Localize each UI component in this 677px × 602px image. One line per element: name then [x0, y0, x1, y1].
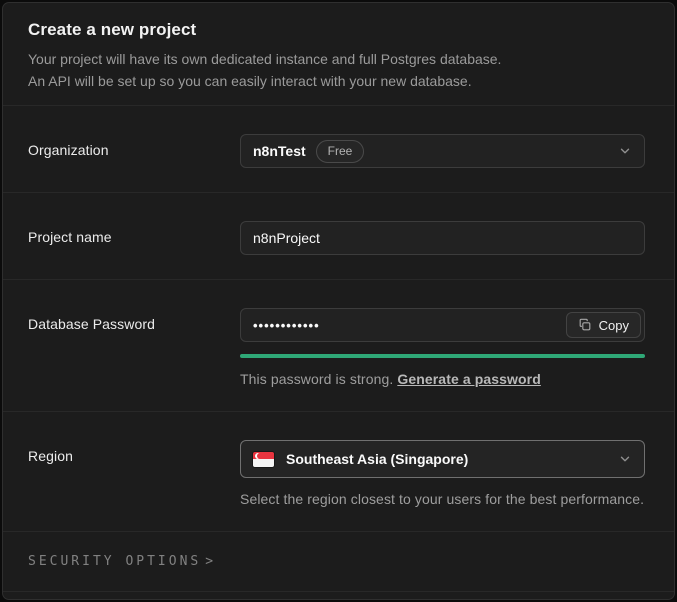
project-name-label: Project name — [28, 229, 112, 245]
singapore-flag-icon — [253, 451, 274, 467]
region-value: Southeast Asia (Singapore) — [286, 451, 469, 467]
project-name-row: Project name — [3, 193, 674, 280]
organization-value: n8nTest — [253, 143, 306, 159]
region-select[interactable]: Southeast Asia (Singapore) — [240, 440, 645, 478]
create-project-dialog: Create a new project Your project will h… — [2, 2, 675, 600]
organization-plan-badge: Free — [315, 139, 365, 163]
password-strength-helper: This password is strong. Generate a pass… — [240, 371, 645, 387]
chevron-down-icon — [618, 144, 632, 158]
region-helper: Select the region closest to your users … — [240, 491, 645, 507]
dialog-title: Create a new project — [28, 20, 197, 39]
chevron-right-icon: > — [205, 554, 214, 569]
password-strength-bar — [240, 354, 645, 358]
password-strength-text: This password is strong. — [240, 371, 398, 387]
advanced-configuration-toggle[interactable]: ADVANCED CONFIGURATION > — [3, 592, 674, 599]
organization-row: Organization n8nTest Free — [3, 106, 674, 193]
organization-label: Organization — [28, 142, 109, 158]
generate-password-link[interactable]: Generate a password — [397, 371, 541, 387]
region-label: Region — [28, 448, 73, 464]
security-options-label: SECURITY OPTIONS — [28, 554, 202, 569]
chevron-down-icon — [618, 452, 632, 466]
dialog-header: Create a new project Your project will h… — [3, 3, 674, 106]
organization-select[interactable]: n8nTest Free — [240, 134, 645, 168]
database-password-row: Database Password Copy This password is … — [3, 280, 674, 412]
database-password-label: Database Password — [28, 316, 155, 332]
copy-icon — [578, 318, 592, 332]
dialog-description-line1: Your project will have its own dedicated… — [28, 51, 502, 67]
copy-button-label: Copy — [598, 317, 629, 333]
dialog-description-line2: An API will be set up so you can easily … — [28, 73, 472, 89]
project-name-input[interactable] — [240, 221, 645, 255]
security-options-toggle[interactable]: SECURITY OPTIONS > — [3, 532, 674, 592]
region-row: Region Southeast Asia (Singapore) Select… — [3, 412, 674, 532]
copy-password-button[interactable]: Copy — [565, 312, 641, 338]
